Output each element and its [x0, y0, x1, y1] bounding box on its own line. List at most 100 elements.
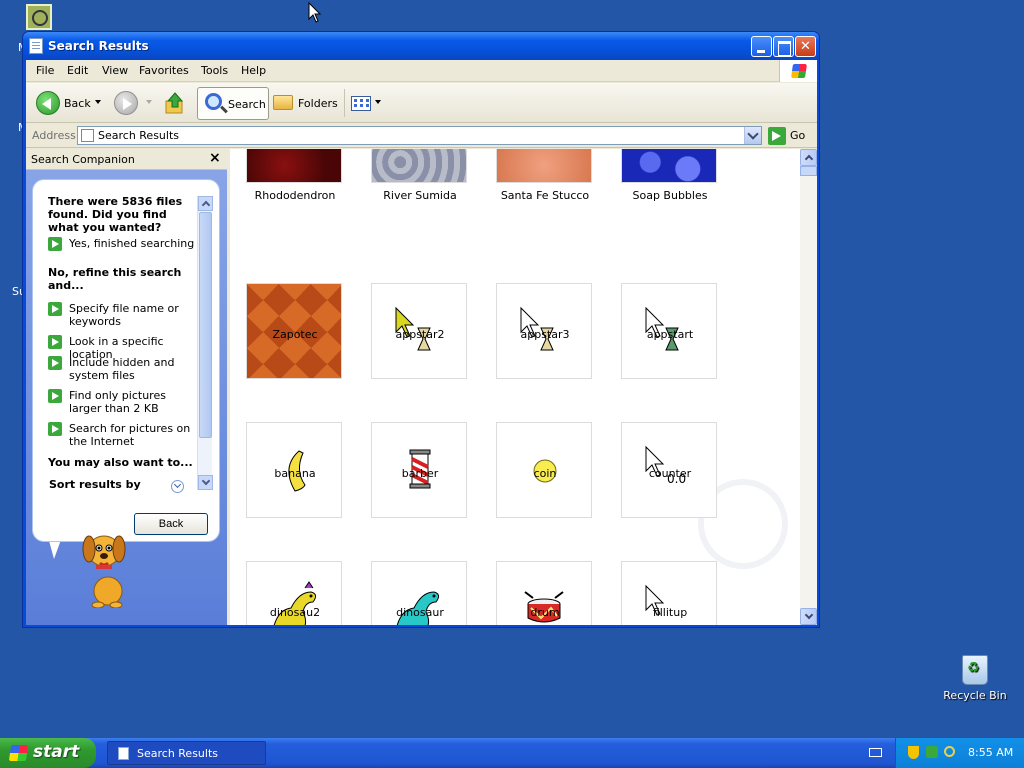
file-name[interactable]: Soap Bubbles: [605, 189, 735, 202]
window-title: Search Results: [48, 39, 149, 53]
scroll-thumb[interactable]: [199, 212, 212, 438]
menu-help[interactable]: Help: [241, 64, 266, 77]
refine-heading: No, refine this search and...: [48, 266, 182, 292]
menu-favorites[interactable]: Favorites: [139, 64, 189, 77]
companion-title: Search Companion: [31, 153, 135, 166]
address-bar: Address Search Results Go: [26, 124, 817, 148]
file-name[interactable]: Rhododendron: [230, 189, 360, 202]
explorer-window: Search Results ✕ File Edit View Favorite…: [22, 31, 820, 628]
back-dropdown-icon[interactable]: [95, 100, 101, 104]
taskbar-item-search-results[interactable]: Search Results: [107, 741, 266, 765]
companion-back-button[interactable]: Back: [134, 513, 208, 535]
option-label: Yes, finished searching: [69, 237, 195, 250]
file-name[interactable]: barber: [355, 467, 485, 480]
file-name[interactable]: Santa Fe Stucco: [480, 189, 610, 202]
menu-view[interactable]: View: [102, 64, 128, 77]
search-dog-icon[interactable]: [78, 523, 138, 609]
file-name[interactable]: dinosau2: [230, 606, 360, 619]
security-shield-icon[interactable]: [908, 746, 919, 759]
folder-icon[interactable]: [273, 95, 293, 110]
recycle-bin-icon: [962, 655, 988, 685]
companion-header: Search Companion ×: [26, 149, 227, 170]
address-value: Search Results: [98, 129, 180, 142]
scroll-down-icon[interactable]: [198, 475, 213, 490]
start-button[interactable]: start: [0, 738, 96, 768]
minimize-button[interactable]: [751, 36, 772, 57]
up-folder-icon[interactable]: [164, 91, 186, 115]
search-results-icon: [118, 747, 129, 760]
taskbar: start Search Results 8:55 AM: [0, 738, 1024, 768]
folders-button-label[interactable]: Folders: [298, 97, 338, 110]
green-arrow-icon: [48, 302, 62, 316]
scroll-up-icon[interactable]: [198, 196, 213, 211]
search-button-label: Search: [228, 98, 266, 111]
go-arrow-icon[interactable]: [768, 127, 786, 145]
file-name[interactable]: Zapotec: [230, 328, 360, 341]
forward-dropdown-icon[interactable]: [146, 100, 152, 104]
views-icon[interactable]: [351, 96, 371, 111]
file-thumbnail[interactable]: [246, 149, 342, 183]
close-icon[interactable]: ×: [209, 150, 221, 166]
address-label: Address: [32, 129, 76, 142]
search-results-icon: [29, 38, 43, 54]
menu-edit[interactable]: Edit: [67, 64, 88, 77]
windows-flag-icon: [791, 64, 807, 78]
menu-bar: File Edit View Favorites Tools Help: [26, 60, 817, 82]
file-name[interactable]: counter: [605, 467, 735, 480]
recycle-bin[interactable]: Recycle Bin: [940, 655, 1010, 702]
start-label: start: [33, 742, 80, 762]
search-results-icon: [81, 129, 94, 142]
scroll-down-icon[interactable]: [800, 608, 817, 625]
search-icon[interactable]: [944, 746, 955, 757]
search-button[interactable]: Search: [197, 87, 269, 120]
keyboard-icon[interactable]: [869, 748, 882, 757]
file-name[interactable]: fillitup: [605, 606, 735, 619]
search-companion-pane: Search Companion × There were 5836 files…: [26, 149, 227, 625]
maximize-button[interactable]: [773, 36, 794, 57]
results-pane: Rhododendron River Sumida Santa Fe Stucc…: [230, 149, 800, 625]
forward-arrow-icon[interactable]: [114, 91, 138, 115]
magnifier-icon: [205, 93, 222, 110]
toolbar-separator: [344, 89, 345, 117]
file-thumbnail[interactable]: [496, 149, 592, 183]
green-arrow-icon: [48, 422, 62, 436]
views-dropdown-icon[interactable]: [375, 100, 381, 104]
results-question: There were 5836 files found. Did you fin…: [48, 195, 183, 234]
file-name[interactable]: drum: [480, 606, 610, 619]
go-button-label[interactable]: Go: [790, 129, 805, 142]
clock[interactable]: 8:55 AM: [968, 746, 1013, 759]
scroll-thumb[interactable]: [800, 166, 817, 176]
companion-scrollbar[interactable]: [197, 196, 213, 490]
file-name[interactable]: appstart: [605, 328, 735, 341]
also-heading: You may also want to...: [48, 456, 193, 469]
back-button-label[interactable]: Back: [64, 97, 91, 110]
file-name[interactable]: coin: [480, 467, 610, 480]
title-bar[interactable]: Search Results ✕: [23, 32, 819, 60]
chevron-down-icon[interactable]: [744, 127, 761, 144]
taskbar-item-label: Search Results: [137, 747, 219, 760]
menu-tools[interactable]: Tools: [201, 64, 228, 77]
desktop-shortcut-icon[interactable]: [26, 4, 52, 30]
menu-file[interactable]: File: [36, 64, 54, 77]
file-thumbnail[interactable]: [371, 149, 467, 183]
green-arrow-icon: [48, 237, 62, 251]
file-name[interactable]: River Sumida: [355, 189, 485, 202]
option-label: Specify file name or keywords: [69, 302, 179, 328]
close-button[interactable]: ✕: [795, 36, 816, 57]
file-name[interactable]: appstar2: [355, 328, 485, 341]
file-thumbnail[interactable]: [621, 149, 717, 183]
address-field[interactable]: Search Results: [77, 126, 762, 145]
window-client: File Edit View Favorites Tools Help Back…: [26, 60, 817, 625]
green-arrow-icon: [48, 389, 62, 403]
results-scrollbar[interactable]: [800, 149, 817, 625]
windows-logo: [779, 60, 817, 82]
file-name[interactable]: appstar3: [480, 328, 610, 341]
expand-chevron-icon[interactable]: [171, 480, 184, 493]
file-name[interactable]: banana: [230, 467, 360, 480]
green-arrow-icon: [48, 335, 62, 349]
file-name[interactable]: dinosaur: [355, 606, 485, 619]
network-icon[interactable]: [926, 746, 938, 758]
option-label: Include hidden and system files: [69, 356, 175, 382]
scroll-up-icon[interactable]: [800, 149, 817, 166]
back-arrow-icon[interactable]: [36, 91, 60, 115]
